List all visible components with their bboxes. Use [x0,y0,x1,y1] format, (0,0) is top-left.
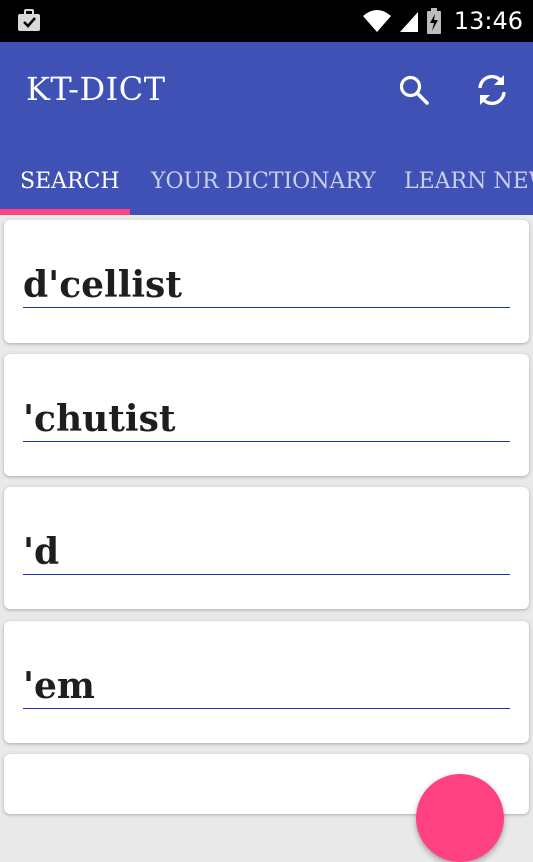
word-card[interactable]: 'chutist [4,354,529,476]
word-card[interactable]: 'em [4,621,529,743]
word-underline [23,574,510,575]
tab-learn-new[interactable]: LEARN NEW [404,147,533,215]
word-underline [23,708,510,709]
word-card[interactable]: 'd [4,487,529,609]
word-card[interactable]: d'cellist [4,220,529,343]
word-underline [23,307,510,308]
app-bar: KT-DICT SEARCH YOUR DICTIONARY LEARN NEW [0,42,533,215]
sync-button[interactable] [472,70,512,110]
status-time: 13:46 [453,7,523,35]
word-text: 'em [23,665,96,707]
word-text: d'cellist [23,264,182,306]
app-title: KT-DICT [26,70,166,108]
signal-icon [399,12,418,32]
word-text: 'd [23,531,60,573]
sync-icon [478,74,506,106]
wifi-icon [362,10,391,32]
tab-your-dictionary[interactable]: YOUR DICTIONARY [151,147,376,215]
search-button[interactable] [394,70,434,110]
briefcase-check-icon [18,9,40,31]
tab-indicator [0,209,130,215]
tab-search[interactable]: SEARCH [20,147,120,215]
search-icon [399,75,429,105]
word-underline [23,441,510,442]
tab-bar: SEARCH YOUR DICTIONARY LEARN NEW [0,147,533,215]
floating-action-button[interactable] [416,774,504,862]
battery-charging-icon [426,8,441,34]
status-bar: 13:46 [0,0,533,42]
word-text: 'chutist [23,398,176,440]
